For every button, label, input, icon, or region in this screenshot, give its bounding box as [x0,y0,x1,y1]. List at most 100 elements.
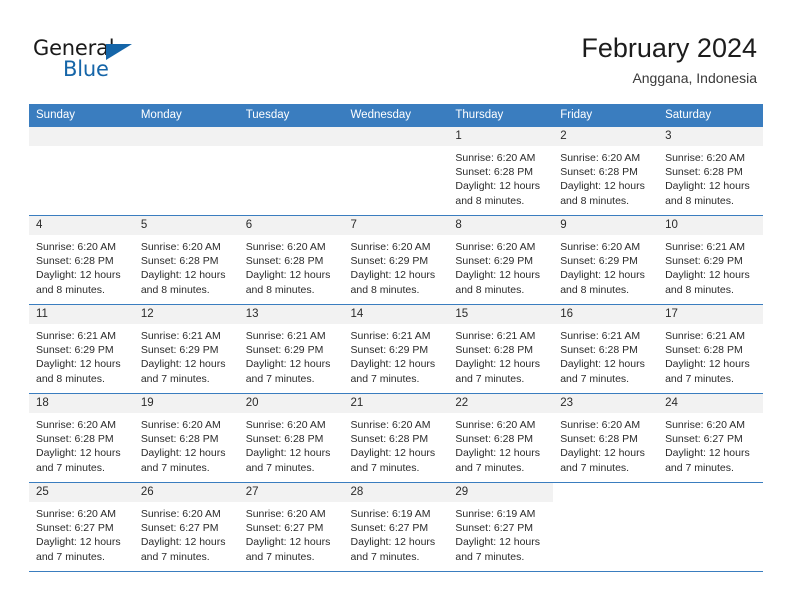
calendar-cell-day[interactable]: 15 Sunrise: 6:21 AM Sunset: 6:28 PM Dayligh… [448,304,554,394]
day-number: 19 [133,394,239,413]
day-details: Sunrise: 6:20 AM Sunset: 6:28 PM Daylight:… [448,146,553,208]
calendar-cell-day[interactable]: 16 Sunrise: 6:21 AM Sunset: 6:28 PM Dayligh… [553,304,659,394]
day-number: 2 [553,127,659,146]
calendar-cell-day[interactable]: 2 Sunrise: 6:20 AM Sunset: 6:28 PM Daylight… [553,127,659,216]
sunset-text: Sunset: 6:27 PM [140,522,219,535]
sunset-text: Sunset: 6:29 PM [665,255,743,268]
day-details: Sunrise: 6:20 AM Sunset: 6:28 PM Daylight:… [448,413,553,475]
day-number: 10 [658,216,763,235]
day-number [658,483,763,502]
sunset-text: Sunset: 6:29 PM [350,344,429,357]
day-details: Sunrise: 6:21 AM Sunset: 6:28 PM Daylight:… [448,324,553,386]
calendar-cell-day[interactable]: 20 Sunrise: 6:20 AM Sunset: 6:28 PM Dayligh… [238,393,344,483]
calendar-cell-day[interactable]: 27 Sunrise: 6:20 AM Sunset: 6:27 PM Dayligh… [238,482,344,572]
sunset-text: Sunset: 6:29 PM [36,344,114,357]
calendar-cell-empty [133,127,239,216]
calendar-cell-day[interactable]: 22 Sunrise: 6:20 AM Sunset: 6:28 PM Dayligh… [448,393,554,483]
calendar-cell-day[interactable]: 3 Sunrise: 6:20 AM Sunset: 6:28 PM Daylight… [658,127,763,216]
daylight-text: Daylight: 12 hours and 8 minutes. [560,269,645,296]
sunset-text: Sunset: 6:28 PM [455,166,534,179]
page-title: February 2024 [581,33,757,63]
weekday-header-tuesday: Tuesday [238,104,344,127]
calendar-page: General Blue February 2024 Anggana, Indo… [0,0,792,612]
day-number: 9 [553,216,659,235]
calendar-cell-day[interactable]: 28 Sunrise: 6:19 AM Sunset: 6:27 PM Dayligh… [343,482,449,572]
daylight-text: Daylight: 12 hours and 8 minutes. [36,358,121,385]
day-number: 1 [448,127,554,146]
calendar-cell-day[interactable]: 5 Sunrise: 6:20 AM Sunset: 6:28 PM Daylight… [133,215,239,305]
daylight-text: Daylight: 12 hours and 7 minutes. [455,447,541,474]
sunrise-text: Sunrise: 6:20 AM [455,241,536,253]
daylight-text: Daylight: 12 hours and 8 minutes. [36,269,121,296]
day-number: 3 [658,127,763,146]
day-details: Sunrise: 6:20 AM Sunset: 6:29 PM Daylight:… [448,235,553,297]
day-details: Sunrise: 6:20 AM Sunset: 6:28 PM Daylight:… [134,235,239,297]
calendar-cell-day[interactable]: 24 Sunrise: 6:20 AM Sunset: 6:27 PM Dayligh… [658,393,763,483]
day-number: 18 [29,394,134,413]
day-number: 22 [448,394,554,413]
day-number: 24 [658,394,763,413]
calendar-cell-day[interactable]: 11 Sunrise: 6:21 AM Sunset: 6:29 PM Dayligh… [29,304,134,394]
day-number: 21 [343,394,449,413]
calendar-cell-day[interactable]: 1 Sunrise: 6:20 AM Sunset: 6:28 PM Daylight… [448,127,554,216]
calendar-cell-day[interactable]: 21 Sunrise: 6:20 AM Sunset: 6:28 PM Dayligh… [343,393,449,483]
sunset-text: Sunset: 6:28 PM [665,344,743,357]
calendar-cell-empty [29,127,134,216]
sunrise-text: Sunrise: 6:20 AM [140,419,221,431]
day-details: Sunrise: 6:20 AM Sunset: 6:28 PM Daylight:… [553,146,658,208]
logo-text-blue: Blue [63,57,109,81]
sunset-text: Sunset: 6:28 PM [245,433,324,446]
sunrise-text: Sunrise: 6:19 AM [350,508,431,520]
calendar-cell-empty [343,127,449,216]
day-number [29,127,134,146]
sunrise-text: Sunrise: 6:20 AM [455,419,536,431]
sunrise-text: Sunrise: 6:21 AM [455,330,536,342]
calendar-cell-day[interactable]: 17 Sunrise: 6:21 AM Sunset: 6:28 PM Dayligh… [658,304,763,394]
day-details: Sunrise: 6:20 AM Sunset: 6:27 PM Daylight:… [239,502,344,564]
daylight-text: Daylight: 12 hours and 7 minutes. [350,536,436,563]
sunrise-text: Sunrise: 6:20 AM [245,508,326,520]
sunrise-text: Sunrise: 6:21 AM [245,330,326,342]
calendar-cell-day[interactable]: 25 Sunrise: 6:20 AM Sunset: 6:27 PM Dayligh… [29,482,134,572]
day-details: Sunrise: 6:21 AM Sunset: 6:29 PM Daylight:… [29,324,134,386]
calendar-cell-day[interactable]: 12 Sunrise: 6:21 AM Sunset: 6:29 PM Dayligh… [133,304,239,394]
day-number: 29 [448,483,554,502]
sunrise-text: Sunrise: 6:20 AM [560,241,641,253]
calendar-cell-day[interactable]: 10 Sunrise: 6:21 AM Sunset: 6:29 PM Dayligh… [658,215,763,305]
sunrise-text: Sunrise: 6:19 AM [455,508,536,520]
calendar-cell-day[interactable]: 14 Sunrise: 6:21 AM Sunset: 6:29 PM Dayligh… [343,304,449,394]
daylight-text: Daylight: 12 hours and 7 minutes. [245,358,331,385]
calendar-body: 1 Sunrise: 6:20 AM Sunset: 6:28 PM Daylight… [29,127,763,572]
day-number: 26 [133,483,239,502]
day-number: 20 [238,394,344,413]
calendar-cell-day[interactable]: 13 Sunrise: 6:21 AM Sunset: 6:29 PM Dayligh… [238,304,344,394]
day-number: 11 [29,305,134,324]
calendar-week-row: 4 Sunrise: 6:20 AM Sunset: 6:28 PM Daylight… [29,215,763,305]
sunset-text: Sunset: 6:29 PM [560,255,638,268]
calendar-cell-day[interactable]: 6 Sunrise: 6:20 AM Sunset: 6:28 PM Daylight… [238,215,344,305]
day-number: 8 [448,216,554,235]
calendar-cell-day[interactable]: 8 Sunrise: 6:20 AM Sunset: 6:29 PM Daylight… [448,215,554,305]
calendar-cell-day[interactable]: 9 Sunrise: 6:20 AM Sunset: 6:29 PM Daylight… [553,215,659,305]
day-number [133,127,239,146]
day-number [553,483,659,502]
calendar-cell-day[interactable]: 29 Sunrise: 6:19 AM Sunset: 6:27 PM Dayligh… [448,482,554,572]
day-details: Sunrise: 6:20 AM Sunset: 6:27 PM Daylight:… [29,502,134,564]
day-number: 6 [238,216,344,235]
sunset-text: Sunset: 6:28 PM [560,344,638,357]
calendar-cell-day[interactable]: 23 Sunrise: 6:20 AM Sunset: 6:28 PM Dayligh… [553,393,659,483]
general-blue-logo[interactable]: General Blue [33,36,233,86]
daylight-text: Daylight: 12 hours and 8 minutes. [140,269,226,296]
daylight-text: Daylight: 12 hours and 7 minutes. [245,447,331,474]
calendar-cell-day[interactable]: 26 Sunrise: 6:20 AM Sunset: 6:27 PM Dayligh… [133,482,239,572]
daylight-text: Daylight: 12 hours and 8 minutes. [455,180,541,207]
calendar-cell-day[interactable]: 19 Sunrise: 6:20 AM Sunset: 6:28 PM Dayligh… [133,393,239,483]
calendar-cell-day[interactable]: 4 Sunrise: 6:20 AM Sunset: 6:28 PM Daylight… [29,215,134,305]
calendar-cell-day[interactable]: 18 Sunrise: 6:20 AM Sunset: 6:28 PM Dayligh… [29,393,134,483]
calendar-cell-day[interactable]: 7 Sunrise: 6:20 AM Sunset: 6:29 PM Daylight… [343,215,449,305]
title-block: February 2024 Anggana, Indonesia [581,32,757,88]
sunrise-text: Sunrise: 6:20 AM [455,152,536,164]
sunrise-text: Sunrise: 6:20 AM [245,419,326,431]
calendar-cell-empty [238,127,344,216]
sunset-text: Sunset: 6:27 PM [455,522,534,535]
